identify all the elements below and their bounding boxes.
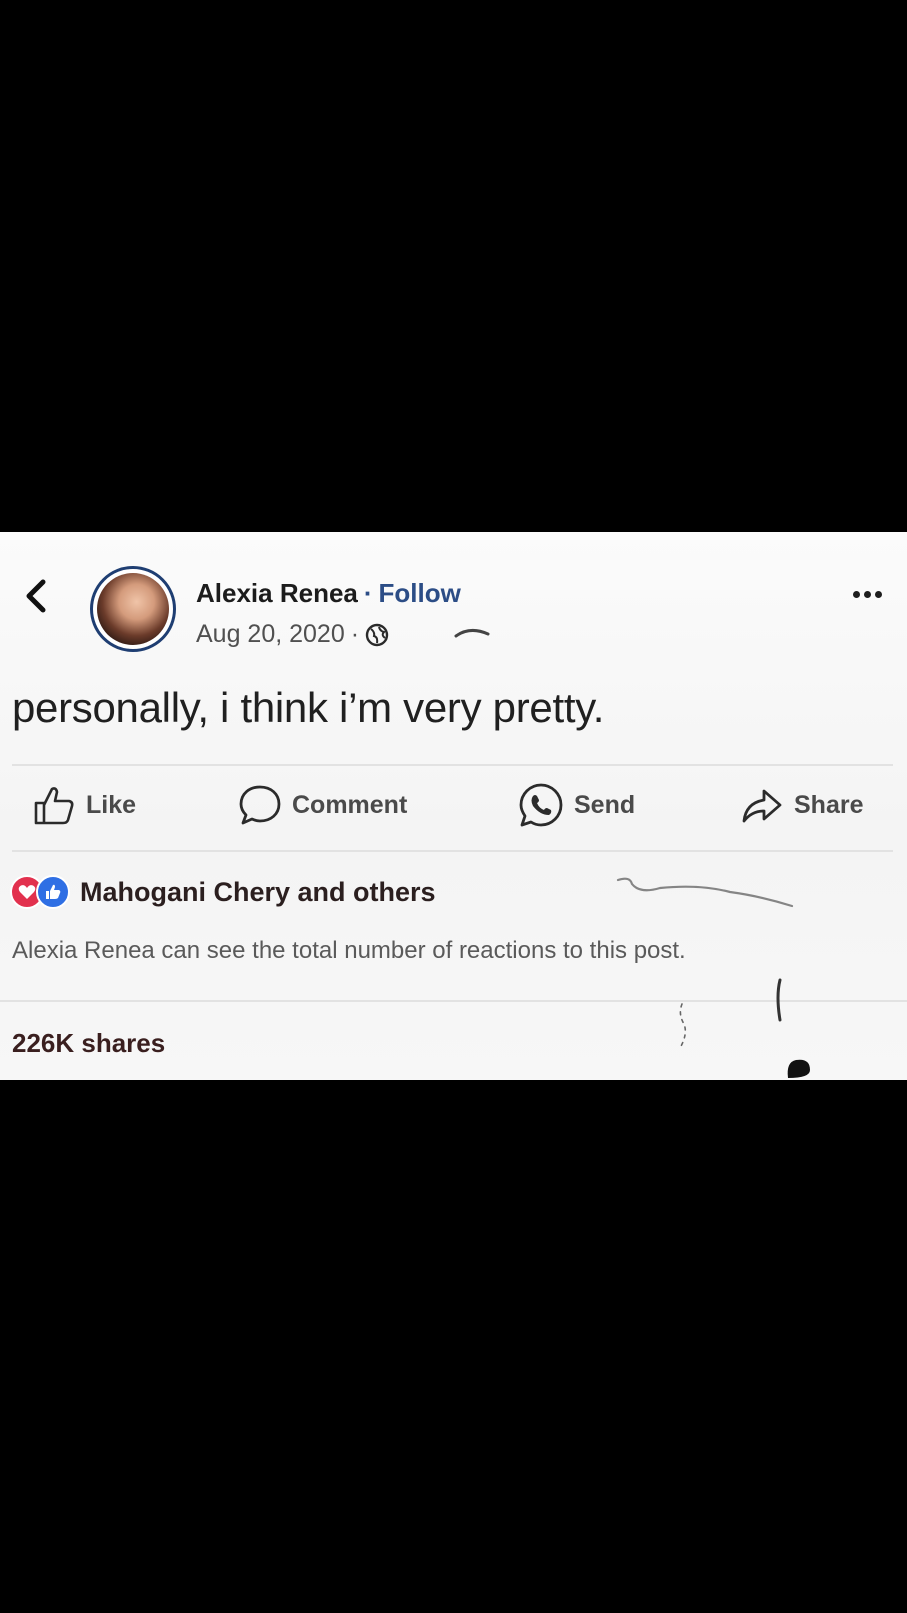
- more-dot-icon: [874, 590, 882, 598]
- like-label: Like: [86, 790, 137, 819]
- follow-button[interactable]: Follow: [379, 578, 461, 608]
- back-button[interactable]: [18, 574, 54, 618]
- shares-count[interactable]: 226K shares: [12, 1028, 165, 1059]
- comment-button[interactable]: Comment: [238, 782, 407, 828]
- action-bar: Like Comment Send Share: [0, 764, 907, 844]
- share-button[interactable]: Share: [740, 782, 863, 828]
- author-name[interactable]: Alexia Renea: [196, 578, 358, 608]
- globe-icon: [365, 623, 389, 646]
- share-arrow-icon: [742, 789, 782, 823]
- reactions-summary[interactable]: Mahogani Chery and others: [10, 875, 436, 909]
- send-label: Send: [574, 790, 636, 819]
- ink-blot: [787, 1059, 810, 1078]
- more-options-button[interactable]: [845, 582, 889, 606]
- author-separator: ·: [363, 578, 373, 608]
- comment-bubble-icon: [239, 785, 281, 825]
- reaction-visibility-note: Alexia Renea can see the total number of…: [12, 937, 686, 964]
- pen-scribble: [616, 877, 794, 908]
- share-label: Share: [794, 790, 864, 819]
- avatar-image: [97, 573, 169, 645]
- pen-mark: [679, 1003, 687, 1049]
- like-button[interactable]: Like: [32, 782, 136, 828]
- more-dot-icon: [863, 590, 871, 598]
- comment-label: Comment: [292, 790, 408, 819]
- divider: [12, 850, 893, 852]
- avatar[interactable]: [90, 566, 176, 652]
- post-meta: Aug 20, 2020 ·: [196, 620, 389, 649]
- post-text: personally, i think i’m very pretty.: [12, 684, 605, 731]
- post-date[interactable]: Aug 20, 2020: [196, 620, 345, 649]
- divider: [0, 1000, 907, 1002]
- meta-separator: ·: [350, 620, 360, 648]
- more-dot-icon: [852, 590, 860, 598]
- send-button[interactable]: Send: [518, 782, 635, 828]
- thumbs-up-icon: [34, 787, 74, 825]
- thumbs-up-icon: [36, 875, 70, 909]
- author-line: Alexia Renea · Follow: [196, 578, 461, 609]
- post-card: Alexia Renea · Follow Aug 20, 2020 · perso…: [0, 532, 907, 1080]
- whatsapp-icon: [519, 783, 563, 827]
- chevron-left-icon: [26, 579, 46, 613]
- reactions-text: Mahogani Chery and others: [80, 876, 436, 907]
- pen-mark: [454, 629, 490, 638]
